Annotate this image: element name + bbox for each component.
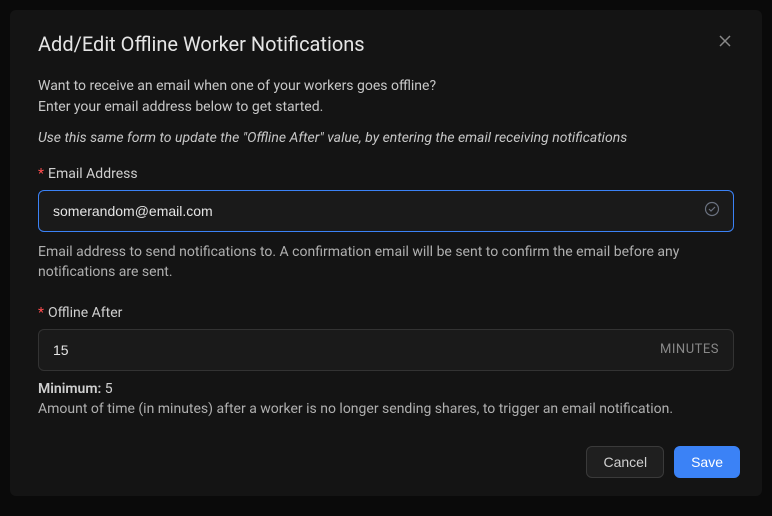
modal-title: Add/Edit Offline Worker Notifications	[38, 32, 365, 56]
offline-after-field[interactable]: MINUTES	[38, 329, 734, 371]
unit-label: MINUTES	[660, 342, 719, 357]
close-icon[interactable]	[716, 32, 734, 53]
cancel-button[interactable]: Cancel	[586, 446, 664, 478]
modal-dialog: Add/Edit Offline Worker Notifications Wa…	[10, 10, 762, 496]
email-input[interactable]	[38, 190, 734, 232]
minimum-value: 5	[105, 381, 113, 397]
email-label: *Email Address	[38, 166, 734, 182]
valid-check-icon	[704, 201, 720, 221]
save-button[interactable]: Save	[674, 446, 740, 478]
minimum-label: Minimum: 5	[38, 381, 734, 397]
email-label-text: Email Address	[48, 166, 138, 182]
required-star-icon: *	[38, 166, 44, 182]
offline-after-input[interactable]	[53, 342, 660, 358]
offline-after-helper: Amount of time (in minutes) after a work…	[38, 399, 734, 419]
minimum-label-text: Minimum:	[38, 381, 101, 397]
modal-header: Add/Edit Offline Worker Notifications	[38, 32, 734, 56]
modal-footer: Cancel Save	[586, 446, 740, 478]
offline-after-label: *Offline After	[38, 305, 734, 321]
intro-italic: Use this same form to update the "Offlin…	[38, 130, 734, 146]
intro-line1: Want to receive an email when one of you…	[38, 78, 436, 94]
offline-after-input-wrapper: MINUTES	[38, 329, 734, 371]
email-input-wrapper	[38, 190, 734, 232]
email-helper: Email address to send notifications to. …	[38, 242, 734, 283]
offline-after-label-text: Offline After	[48, 305, 122, 321]
required-star-icon: *	[38, 305, 44, 321]
intro-line2: Enter your email address below to get st…	[38, 99, 323, 115]
intro-text: Want to receive an email when one of you…	[38, 76, 734, 118]
